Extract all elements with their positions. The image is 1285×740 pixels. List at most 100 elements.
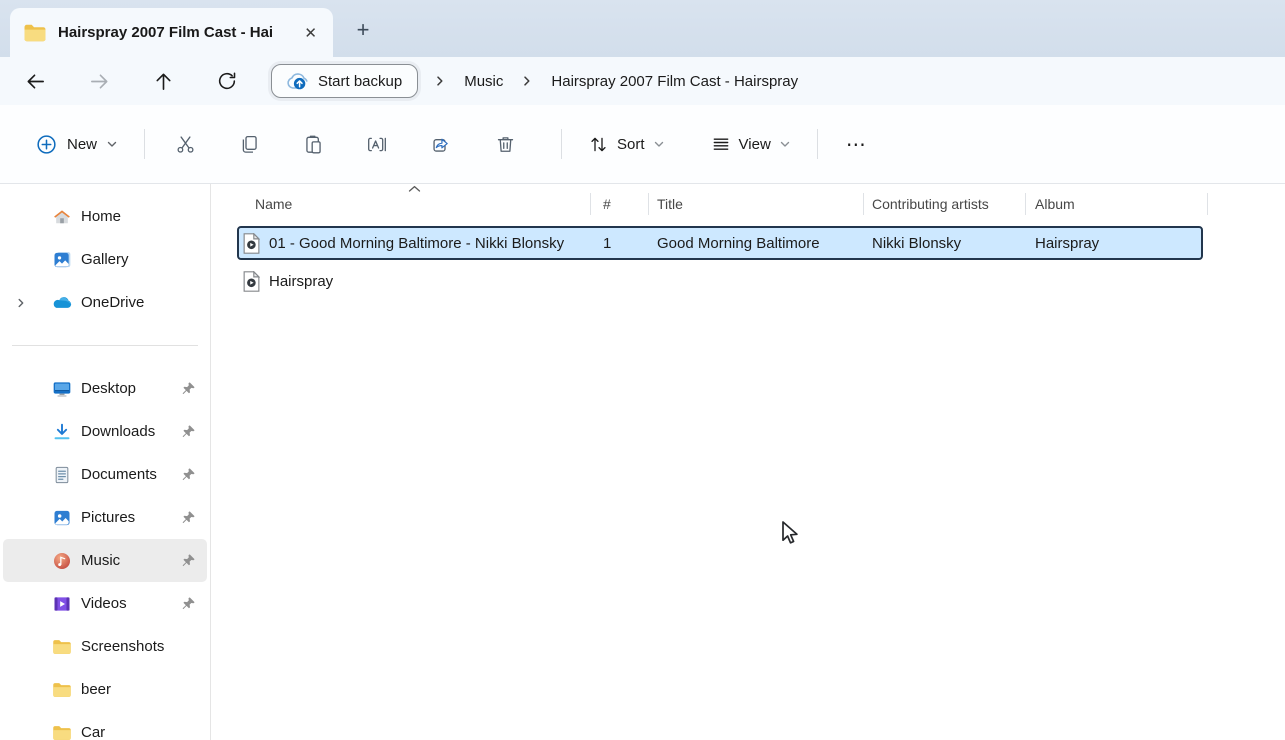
sidebar-divider [12,345,198,346]
breadcrumb-chevron-icon [433,74,447,88]
share-button[interactable] [417,123,465,165]
sidebar-item-label: OneDrive [81,294,145,311]
column-header-row: Name # Title Contributing artists Album [211,184,1285,224]
toolbar-divider [561,129,563,159]
home-icon [52,207,72,227]
refresh-icon [218,72,236,90]
media-file-icon [243,231,261,254]
file-list-pane: Name # Title Contributing artists Album … [211,184,1285,740]
navigation-pane: Home Gallery OneDrive Desktop Downloads … [0,184,211,740]
arrow-up-icon [155,72,171,90]
sidebar-item-pictures[interactable]: Pictures [3,496,207,539]
pin-icon [181,510,196,525]
tab-active[interactable]: Hairspray 2007 Film Cast - Hai ✕ [10,8,333,57]
file-row[interactable]: Hairspray [237,264,1203,298]
file-name: 01 - Good Morning Baltimore - Nikki Blon… [269,234,565,252]
sort-button[interactable]: Sort [578,126,675,163]
new-button-label: New [67,135,98,153]
column-header-title[interactable]: Title [648,184,863,224]
cut-icon [177,135,194,153]
view-button[interactable]: View [701,126,801,162]
cut-button[interactable] [161,123,209,165]
onedrive-sync-icon [282,72,309,91]
sidebar-item-onedrive[interactable]: OneDrive [3,281,207,324]
column-header-album[interactable]: Album [1025,184,1207,224]
sidebar-item-desktop[interactable]: Desktop [3,367,207,410]
breadcrumb-item-music[interactable]: Music [454,68,513,95]
gallery-icon [52,250,72,270]
file-album: Hairspray [1035,234,1100,252]
sidebar-item-label: Videos [81,595,127,612]
folder-icon [23,23,47,43]
column-header-filler [1207,184,1285,224]
rename-icon [368,137,386,151]
breadcrumb-item-current-folder[interactable]: Hairspray 2007 Film Cast - Hairspray [541,68,808,95]
folder-icon [52,637,72,657]
documents-icon [52,465,72,485]
downloads-icon [52,422,72,442]
desktop-icon [52,379,72,399]
start-backup-label: Start backup [318,72,403,90]
sidebar-item-screenshots[interactable]: Screenshots [3,625,207,668]
music-icon [52,551,72,571]
rename-button[interactable] [353,123,401,165]
copy-button[interactable] [225,123,273,165]
pin-icon [181,424,196,439]
refresh-button[interactable] [207,63,247,99]
paste-icon [305,135,321,153]
pin-icon [181,467,196,482]
more-options-button[interactable]: ⋯ [834,128,880,161]
sort-button-label: Sort [617,135,645,153]
new-tab-button[interactable]: + [346,15,380,45]
forward-button[interactable] [79,63,119,99]
pin-icon [181,381,196,396]
sidebar-item-home[interactable]: Home [3,195,207,238]
expand-chevron-icon[interactable] [15,297,39,309]
command-toolbar: New Sort View ⋯ [0,105,1285,184]
column-header-track[interactable]: # [590,184,648,224]
sidebar-item-label: Pictures [81,509,136,526]
new-button[interactable]: New [25,125,128,164]
sort-arrows-icon [591,137,606,151]
sidebar-item-music[interactable]: Music [3,539,207,582]
navigation-bar: Start backup Music Hairspray 2007 Film C… [0,57,1285,105]
sidebar-item-label: Car [81,724,106,740]
sidebar-item-videos[interactable]: Videos [3,582,207,625]
sidebar-item-label: Documents [81,466,157,483]
column-header-artists[interactable]: Contributing artists [863,184,1025,224]
start-backup-button[interactable]: Start backup [271,64,419,98]
copy-icon [242,135,257,153]
sidebar-item-label: Desktop [81,380,137,397]
file-row-selected[interactable]: 01 - Good Morning Baltimore - Nikki Blon… [237,226,1203,260]
sidebar-item-downloads[interactable]: Downloads [3,410,207,453]
close-tab-icon[interactable]: ✕ [296,21,325,45]
delete-button[interactable] [481,123,529,165]
sidebar-item-gallery[interactable]: Gallery [3,238,207,281]
pin-icon [181,596,196,611]
chevron-down-icon [780,141,789,147]
sidebar-item-label: Music [81,552,121,569]
file-artists: Nikki Blonsky [872,234,962,252]
view-button-label: View [738,135,771,153]
sidebar-item-documents[interactable]: Documents [3,453,207,496]
sidebar-item-label: beer [81,681,112,698]
arrow-left-icon [26,73,44,89]
share-icon [432,138,448,152]
file-track-number: 1 [603,234,612,252]
sidebar-item-car[interactable]: Car [3,711,207,740]
chevron-down-icon [654,141,663,147]
trash-icon [497,136,513,152]
media-file-icon [243,269,261,292]
videos-icon [52,594,72,614]
sidebar-item-beer[interactable]: beer [3,668,207,711]
sidebar-item-label: Screenshots [81,638,165,655]
sidebar-item-label: Downloads [81,423,156,440]
onedrive-icon [52,293,72,313]
column-header-name[interactable]: Name [211,184,590,224]
sidebar-item-label: Home [81,208,122,225]
paste-button[interactable] [289,123,337,165]
back-button[interactable] [15,63,55,99]
pictures-icon [52,508,72,528]
up-button[interactable] [143,63,183,99]
sidebar-item-label: Gallery [81,251,129,268]
